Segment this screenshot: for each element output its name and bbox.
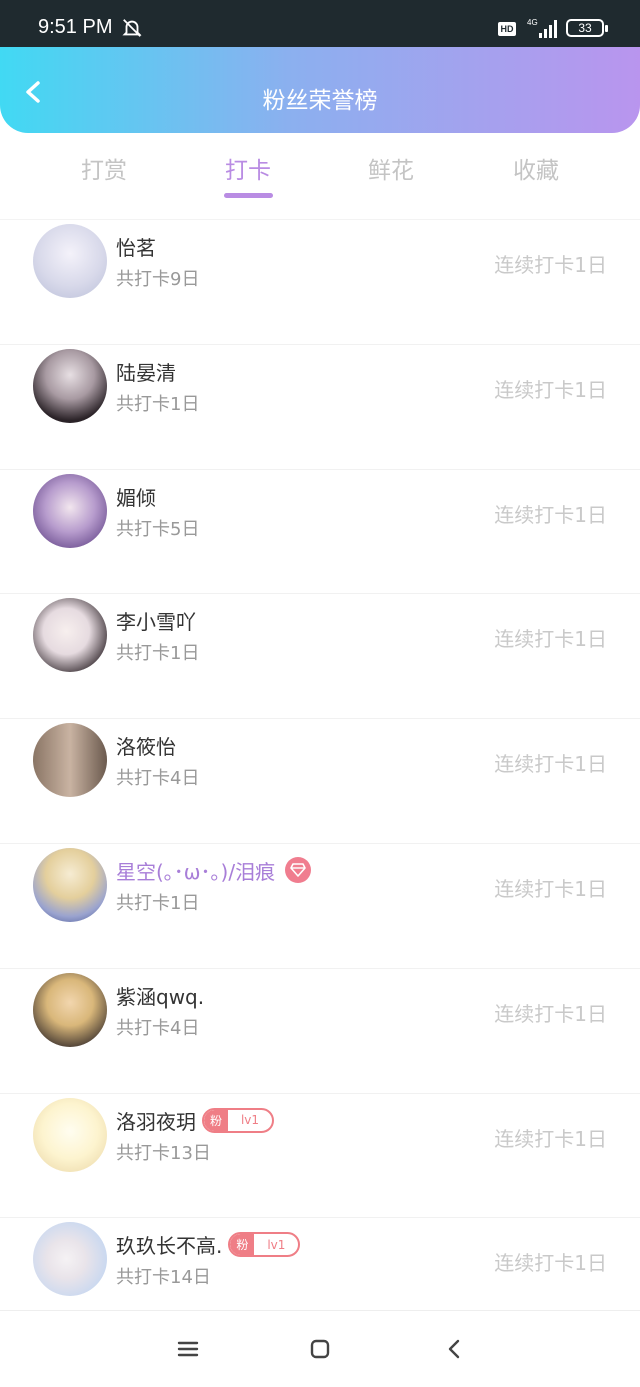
total-checkins: 共打卡1日 bbox=[116, 892, 200, 914]
list-item[interactable]: 陆晏清 共打卡1日 连续打卡1日 bbox=[0, 343, 640, 469]
tab-checkin[interactable]: 打卡 bbox=[193, 151, 303, 185]
list-item[interactable]: 紫涵qwq. 共打卡4日 连续打卡1日 bbox=[0, 967, 640, 1093]
fan-name: 怡茗 bbox=[116, 236, 156, 260]
fan-list: 怡茗 共打卡9日 连续打卡1日 陆晏清 共打卡1日 连续打卡1日 媚倾 共打卡5… bbox=[0, 219, 640, 1342]
fan-badge-label: 粉 bbox=[204, 1109, 228, 1131]
total-checkins: 共打卡1日 bbox=[116, 393, 200, 415]
tab-active-indicator bbox=[224, 193, 273, 198]
total-checkins: 共打卡5日 bbox=[116, 518, 200, 540]
avatar bbox=[33, 348, 107, 423]
fan-badge-label: 粉 bbox=[230, 1234, 255, 1256]
list-item[interactable]: 媚倾 共打卡5日 连续打卡1日 bbox=[0, 468, 640, 594]
total-checkins: 共打卡14日 bbox=[116, 1267, 211, 1289]
streak-days: 连续打卡1日 bbox=[494, 377, 607, 402]
status-time: 9:51 PM bbox=[38, 16, 113, 38]
avatar bbox=[33, 1222, 107, 1297]
fan-name: 星空(｡･ω･｡)/泪痕 bbox=[116, 859, 276, 884]
fan-name: 洛羽夜玥 bbox=[116, 1109, 196, 1134]
tab-favorites[interactable]: 收藏 bbox=[481, 151, 591, 185]
list-item[interactable]: 洛羽夜玥 粉 lv1 共打卡13日 连续打卡1日 bbox=[0, 1092, 640, 1218]
bell-off-icon bbox=[122, 19, 142, 37]
system-nav-bar bbox=[0, 1310, 640, 1387]
total-checkins: 共打卡4日 bbox=[116, 1017, 200, 1039]
tab-flowers[interactable]: 鲜花 bbox=[336, 151, 446, 185]
total-checkins: 共打卡1日 bbox=[116, 643, 200, 665]
fan-level-badge: 粉 lv1 bbox=[228, 1232, 301, 1258]
fan-name: 紫涵qwq. bbox=[116, 984, 205, 1009]
menu-icon[interactable] bbox=[176, 1337, 200, 1361]
streak-days: 连续打卡1日 bbox=[494, 752, 607, 777]
page-title: 粉丝荣誉榜 bbox=[262, 88, 378, 114]
fan-badge-level: lv1 bbox=[240, 1113, 260, 1128]
streak-days: 连续打卡1日 bbox=[494, 1126, 607, 1151]
fan-name: 洛筱怡 bbox=[116, 735, 176, 760]
avatar bbox=[33, 1097, 107, 1172]
avatar bbox=[33, 847, 107, 922]
streak-days: 连续打卡1日 bbox=[494, 1001, 607, 1026]
battery-icon: 33 bbox=[566, 19, 608, 37]
list-item[interactable]: 洛筱怡 共打卡4日 连续打卡1日 bbox=[0, 718, 640, 843]
list-item[interactable]: 李小雪吖 共打卡1日 连续打卡1日 bbox=[0, 593, 640, 718]
total-checkins: 共打卡9日 bbox=[116, 269, 200, 290]
fan-badge-level: lv1 bbox=[267, 1237, 286, 1252]
fan-level-badge: 粉 lv1 bbox=[202, 1107, 274, 1133]
avatar bbox=[33, 224, 107, 298]
avatar bbox=[33, 723, 107, 798]
streak-days: 连续打卡1日 bbox=[494, 502, 607, 527]
streak-days: 连续打卡1日 bbox=[494, 876, 607, 901]
streak-days: 连续打卡1日 bbox=[494, 627, 607, 652]
status-bar: 9:51 PM HD 4G 33 bbox=[0, 0, 640, 48]
diamond-icon bbox=[285, 857, 312, 884]
total-checkins: 共打卡13日 bbox=[116, 1142, 211, 1164]
signal-4g-icon: 4G bbox=[527, 18, 557, 38]
tab-bar: 打赏 打卡 鲜花 收藏 bbox=[0, 133, 640, 219]
avatar bbox=[33, 972, 107, 1047]
svg-text:4G: 4G bbox=[527, 18, 538, 27]
back-triangle-icon[interactable] bbox=[443, 1337, 467, 1361]
streak-days: 连续打卡1日 bbox=[494, 253, 607, 277]
header-bar: 粉丝荣誉榜 bbox=[0, 47, 640, 133]
fan-name: 媚倾 bbox=[116, 485, 156, 510]
fan-name: 陆晏清 bbox=[116, 360, 176, 385]
list-item[interactable]: 星空(｡･ω･｡)/泪痕 共打卡1日 连续打卡1日 bbox=[0, 842, 640, 968]
avatar bbox=[33, 598, 107, 673]
total-checkins: 共打卡4日 bbox=[116, 768, 200, 790]
home-square-icon[interactable] bbox=[308, 1337, 332, 1361]
streak-days: 连续打卡1日 bbox=[494, 1251, 607, 1276]
fan-name: 玖玖长不高. bbox=[116, 1234, 223, 1259]
list-item[interactable]: 怡茗 共打卡9日 连续打卡1日 bbox=[0, 219, 640, 344]
fan-name: 李小雪吖 bbox=[116, 610, 196, 635]
tab-reward[interactable]: 打赏 bbox=[49, 151, 159, 185]
avatar bbox=[33, 473, 107, 548]
hd-icon: HD bbox=[498, 22, 516, 36]
